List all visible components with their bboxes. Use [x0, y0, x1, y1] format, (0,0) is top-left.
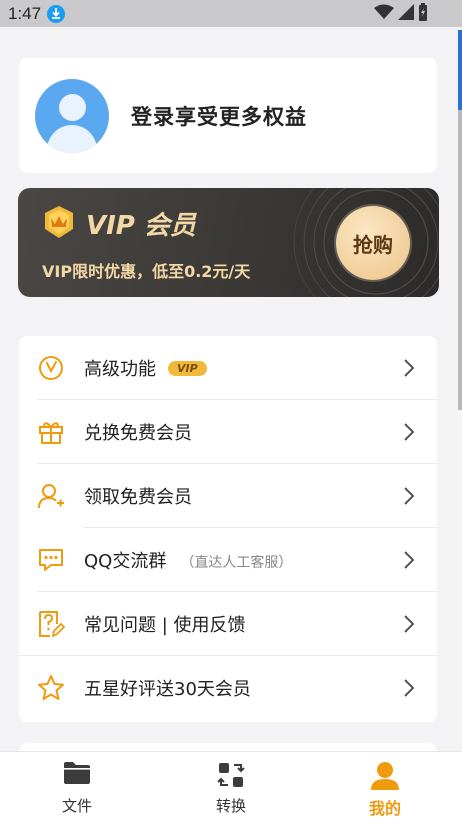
- help-edit-icon: [39, 611, 65, 638]
- folder-icon: [64, 762, 90, 784]
- status-bar: 1:47: [0, 0, 462, 27]
- download-icon: [47, 4, 66, 23]
- menu-item-label: 常见问题 | 使用反馈: [84, 615, 246, 636]
- star-icon: [38, 675, 64, 700]
- login-card[interactable]: 登录享受更多权益: [19, 58, 437, 173]
- menu-item-faq-feedback[interactable]: 常见问题 | 使用反馈: [19, 592, 437, 656]
- menu-item-label: 领取免费会员: [84, 487, 192, 508]
- menu-item-redeem-membership[interactable]: 兑换免费会员: [19, 400, 437, 464]
- wifi-icon: [374, 4, 394, 19]
- chevron-right-icon: [404, 615, 415, 633]
- menu-item-label: 兑换免费会员: [84, 423, 192, 444]
- tab-mine[interactable]: 我的: [308, 752, 462, 817]
- chevron-right-icon: [404, 551, 415, 569]
- tab-label: 我的: [368, 799, 401, 817]
- menu-item-label: 高级功能: [84, 359, 156, 380]
- menu-item-claim-membership[interactable]: 领取免费会员: [19, 464, 437, 528]
- vip-tag: VIP: [168, 360, 207, 376]
- signal-icon: [398, 4, 414, 20]
- edge-indicator: [458, 30, 462, 110]
- login-prompt[interactable]: 登录享受更多权益: [131, 101, 307, 131]
- add-user-icon: [38, 484, 64, 509]
- vip-subtitle: VIP限时优惠，低至0.2元/天: [42, 262, 251, 281]
- vip-banner[interactable]: VIP 会员 VIP限时优惠，低至0.2元/天 抢购: [18, 188, 439, 297]
- chat-icon: [39, 549, 63, 571]
- chevron-right-icon: [404, 487, 415, 505]
- crown-icon: [45, 206, 73, 238]
- user-icon: [371, 762, 399, 790]
- tab-files[interactable]: 文件: [0, 752, 154, 817]
- menu-item-label: QQ交流群: [84, 551, 167, 572]
- menu-item-qq-group[interactable]: QQ交流群 （直达人工客服）: [19, 528, 437, 592]
- convert-icon: [217, 763, 245, 787]
- menu-item-five-star-review[interactable]: 五星好评送30天会员: [19, 656, 437, 720]
- tab-label: 文件: [61, 797, 92, 815]
- clock-icon: [39, 356, 63, 380]
- vip-title: VIP 会员: [86, 211, 196, 241]
- chevron-right-icon: [404, 359, 415, 377]
- tab-label: 转换: [215, 797, 246, 815]
- chevron-right-icon: [404, 423, 415, 441]
- buy-vip-button[interactable]: 抢购: [336, 206, 410, 280]
- status-time: 1:47: [8, 3, 42, 23]
- bottom-tab-bar: 文件 转换 我的: [0, 751, 462, 817]
- menu-item-hint: （直达人工客服）: [180, 555, 293, 571]
- gift-icon: [39, 422, 63, 444]
- battery-icon: [419, 3, 427, 21]
- avatar[interactable]: [35, 78, 109, 153]
- menu-item-label: 五星好评送30天会员: [84, 679, 251, 700]
- menu-card: 高级功能 VIP 兑换免费会员 领取免费会员 QQ交流群 （直达人工客服） 常见…: [19, 336, 437, 722]
- tab-convert[interactable]: 转换: [154, 752, 308, 817]
- menu-item-advanced-features[interactable]: 高级功能 VIP: [19, 336, 437, 400]
- scrollbar[interactable]: [458, 110, 462, 410]
- chevron-right-icon: [404, 679, 415, 697]
